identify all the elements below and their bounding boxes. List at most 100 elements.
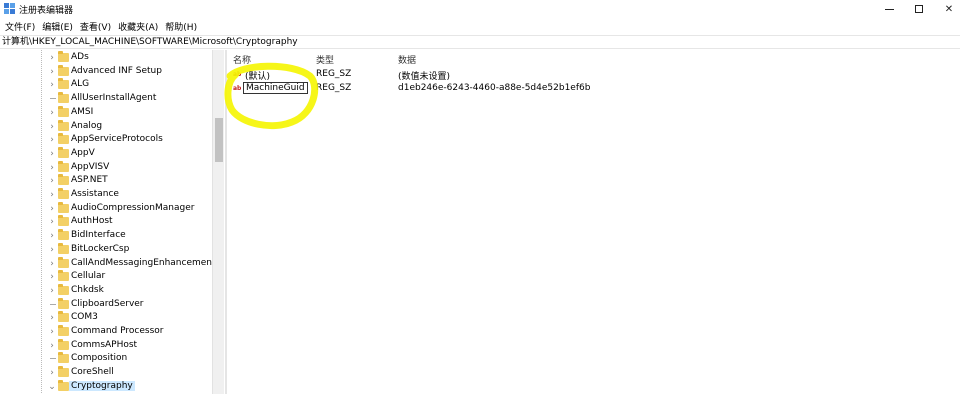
tree-item-label: ClipboardServer [71,298,144,309]
tree-item-label: ASP.NET [71,175,108,186]
value-name-edit-field[interactable]: MachineGuid [243,82,308,94]
tree-item[interactable]: › AppV [0,146,213,161]
folder-icon [58,283,69,295]
tree-item[interactable]: › ALG [0,78,213,92]
folder-icon [58,105,69,117]
value-name: (默认) [245,72,271,82]
chevron-right-icon[interactable]: › [48,368,56,378]
chevron-right-icon[interactable]: › [48,341,56,351]
chevron-right-icon[interactable]: › [48,245,56,255]
menu-file[interactable]: 文件(F) [2,20,38,33]
tree-item[interactable]: › CallAndMessagingEnhancement [0,256,213,271]
menu-help[interactable]: 帮助(H) [162,20,200,33]
tree-item-label: AllUserInstallAgent [71,93,157,104]
column-header-name[interactable]: 名称 [233,53,251,66]
tree-scrollbar[interactable] [212,50,224,394]
folder-icon [58,256,69,268]
tree-item-label: AppVISV [71,161,110,172]
value-list: 名称 类型 数据 ab (默认) REG_SZ (数值未设置) ab Machi… [228,50,960,394]
chevron-right-icon[interactable]: › [48,259,56,269]
tree-item-label: Composition [71,353,128,364]
close-button[interactable]: ✕ [934,0,960,18]
tree-item[interactable]: › AppVISV [0,160,213,175]
folder-icon [58,146,69,158]
maximize-button[interactable] [904,0,934,18]
folder-icon [58,133,69,145]
tree-item[interactable]: › ASP.NET [0,174,213,188]
menu-favorites[interactable]: 收藏夹(A) [115,20,161,33]
folder-icon [58,64,69,76]
chevron-right-icon[interactable]: › [48,231,56,241]
chevron-right-icon[interactable]: › [48,272,56,282]
value-data: d1eb246e-6243-4460-a88e-5d4e52b1ef6b [398,83,591,93]
tree-item-label: AppServiceProtocols [71,134,163,145]
chevron-right-icon[interactable]: › [48,122,56,132]
folder-icon [58,51,69,62]
tree-item-label: AuthHost [71,216,113,227]
tree-item-label: BitLockerCsp [71,243,130,254]
tree-item[interactable]: › Analog [0,119,213,134]
tree-item[interactable]: › CommsAPHost [0,338,213,353]
menu-bar: 文件(F) 编辑(E) 查看(V) 收藏夹(A) 帮助(H) [0,18,960,34]
folder-icon [58,311,69,323]
tree-item[interactable]: › AppServiceProtocols [0,133,213,147]
chevron-down-icon[interactable]: ⌄ [48,382,56,392]
tree-item[interactable]: AllUserInstallAgent [0,92,213,106]
address-bar[interactable]: 计算机\HKEY_LOCAL_MACHINE\SOFTWARE\Microsof… [0,35,960,49]
tree-item[interactable]: › BitLockerCsp [0,242,213,257]
menu-view[interactable]: 查看(V) [77,20,114,33]
tree-item[interactable]: › Chkdsk [0,283,213,298]
chevron-right-icon[interactable]: › [48,204,56,214]
chevron-right-icon[interactable]: › [48,135,56,145]
chevron-right-icon[interactable]: › [48,53,56,63]
tree-item[interactable]: › Command Processor [0,325,213,339]
chevron-right-icon[interactable]: › [48,286,56,296]
chevron-right-icon[interactable]: › [48,327,56,337]
chevron-right-icon[interactable]: › [48,67,56,77]
folder-icon [58,78,69,90]
minimize-button[interactable] [874,0,904,18]
folder-icon [58,297,69,309]
value-row[interactable]: ab (默认) REG_SZ (数值未设置) [228,68,960,82]
chevron-right-icon[interactable]: › [48,149,56,159]
tree-item[interactable]: Composition [0,352,213,366]
tree-item[interactable]: › Advanced INF Setup [0,64,213,79]
tree-item[interactable]: ClipboardServer [0,297,213,312]
column-header-type[interactable]: 类型 [316,53,334,66]
chevron-right-icon[interactable]: › [48,190,56,200]
value-data: (数值未设置) [398,72,451,82]
tree-item[interactable]: › CoreShell [0,366,213,380]
close-icon: ✕ [944,3,954,15]
pane-splitter[interactable] [225,50,227,394]
folder-icon [58,119,69,131]
tree-item[interactable]: › AudioCompressionManager [0,201,213,216]
tree-item[interactable]: › Assistance [0,188,213,202]
tree-item[interactable]: ⌄ Cryptography [0,379,213,394]
chevron-right-icon[interactable]: › [48,163,56,173]
value-row[interactable]: ab MachineGuid REG_SZ d1eb246e-6243-4460… [228,82,960,96]
tree-item[interactable]: › AMSI [0,105,213,120]
window-title: 注册表编辑器 [19,6,74,16]
chevron-right-icon[interactable]: › [48,217,56,227]
tree-item-label: AMSI [71,106,94,117]
tree-connector [50,98,56,100]
reg-string-icon: ab [233,71,242,78]
menu-edit[interactable]: 编辑(E) [39,20,76,33]
tree-item[interactable]: › AuthHost [0,215,213,229]
tree-item-label: ADs [71,52,89,62]
tree-item[interactable]: › COM3 [0,311,213,325]
chevron-right-icon[interactable]: › [48,176,56,186]
tree-item[interactable]: › Cellular [0,270,213,284]
column-header-data[interactable]: 数据 [398,53,416,66]
tree-item[interactable]: › ADs [0,51,213,65]
chevron-right-icon[interactable]: › [48,313,56,323]
tree-item-label: Command Processor [71,326,164,336]
tree-scroll-thumb[interactable] [215,118,223,162]
tree-item-label: Cellular [71,271,106,282]
value-type: REG_SZ [316,69,352,79]
tree-item[interactable]: › BidInterface [0,229,213,243]
chevron-right-icon[interactable]: › [48,80,56,90]
tree-item-label: Advanced INF Setup [71,65,162,76]
title-bar: 注册表编辑器 ✕ [0,0,960,18]
chevron-right-icon[interactable]: › [48,108,56,118]
